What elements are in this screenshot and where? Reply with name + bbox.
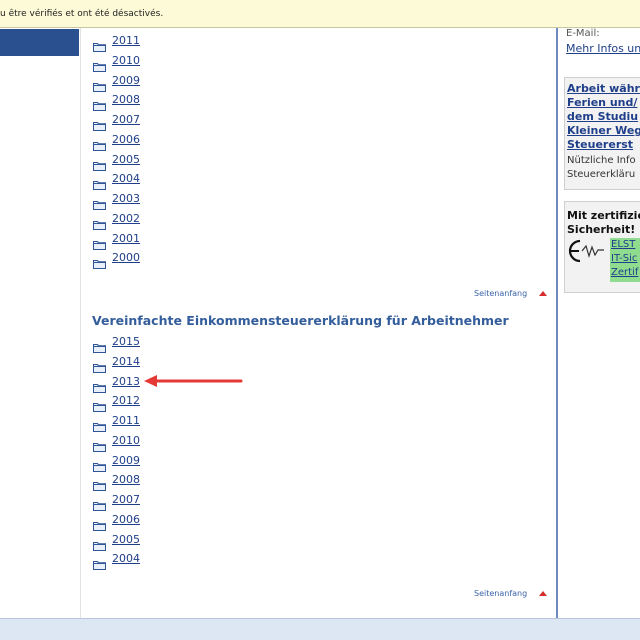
year-link-2005[interactable]: 2005 (112, 533, 140, 546)
year-link-2011[interactable]: 2011 (112, 414, 140, 427)
folder-icon (93, 516, 106, 531)
security-info-bar[interactable]: u être vérifiés et ont été désactivés. (0, 0, 640, 28)
left-nav-active-item[interactable] (0, 29, 79, 56)
article-desc-line-2: Steuererkläru (567, 169, 636, 180)
folder-icon (93, 457, 106, 472)
folder-icon (93, 536, 106, 551)
bottom-bar (0, 618, 640, 640)
folder-icon (93, 57, 106, 72)
folder-icon (93, 437, 106, 452)
security-info-text: u être vérifiés et ont été désactivés. (0, 9, 164, 19)
article-title-line-2[interactable]: Ferien und/ (567, 96, 637, 109)
annotation-arrow-icon (144, 375, 243, 387)
folder-icon (93, 77, 106, 92)
certificate-link-line-2[interactable]: IT-Sic (611, 252, 637, 265)
article-desc-line-1: Nützliche Info (567, 155, 636, 166)
elster-logo-icon (568, 239, 604, 263)
left-sidebar (0, 28, 81, 640)
back-to-top-link-2[interactable]: Seitenanfang (474, 589, 527, 599)
folder-icon (93, 555, 106, 571)
year-link-2009[interactable]: 2009 (112, 454, 140, 467)
article-title-line-3[interactable]: dem Studiu (567, 110, 638, 123)
more-info-link[interactable]: Mehr Infos un (566, 42, 640, 55)
year-link-2010[interactable]: 2010 (112, 54, 140, 67)
folder-icon (93, 156, 106, 171)
year-link-2007[interactable]: 2007 (112, 493, 140, 506)
arrow-up-icon[interactable] (539, 591, 547, 596)
year-link-2000[interactable]: 2000 (112, 251, 140, 264)
arrow-up-icon[interactable] (539, 291, 547, 296)
column-divider (556, 28, 558, 618)
folder-icon (93, 358, 106, 373)
folder-icon (93, 496, 106, 511)
folder-icon (93, 254, 106, 270)
folder-icon (93, 116, 106, 131)
year-link-2012[interactable]: 2012 (112, 394, 140, 407)
folder-icon (93, 378, 106, 393)
year-link-2001[interactable]: 2001 (112, 232, 140, 245)
folder-icon (93, 338, 106, 353)
certificate-title-line-2: Sicherheit! (567, 223, 636, 236)
certificate-title-line-1: Mit zertifizie (567, 209, 640, 222)
year-link-2015[interactable]: 2015 (112, 335, 140, 348)
folder-icon (93, 136, 106, 151)
year-link-2006[interactable]: 2006 (112, 513, 140, 526)
year-link-2008[interactable]: 2008 (112, 473, 140, 486)
year-link-2003[interactable]: 2003 (112, 192, 140, 205)
folder-icon (93, 417, 106, 432)
folder-icon (93, 195, 106, 210)
back-to-top-link-1[interactable]: Seitenanfang (474, 289, 527, 299)
article-title-line-1[interactable]: Arbeit währ (567, 82, 640, 95)
email-label: E-Mail: (566, 28, 600, 39)
folder-icon (93, 397, 106, 413)
year-link-2009[interactable]: 2009 (112, 74, 140, 87)
article-title-line-4[interactable]: Kleiner Weg (567, 124, 640, 137)
year-link-2002[interactable]: 2002 (112, 212, 140, 225)
folder-icon (93, 215, 106, 230)
year-link-2004[interactable]: 2004 (112, 172, 140, 185)
year-link-2013[interactable]: 2013 (112, 375, 140, 388)
year-link-2005[interactable]: 2005 (112, 153, 140, 166)
folder-icon (93, 235, 106, 250)
year-link-2007[interactable]: 2007 (112, 113, 140, 126)
folder-icon (93, 175, 106, 191)
year-link-2014[interactable]: 2014 (112, 355, 140, 368)
year-link-2011[interactable]: 2011 (112, 34, 140, 47)
section-heading: Vereinfachte Einkommensteuererklärung fü… (92, 313, 509, 328)
folder-icon (93, 96, 106, 112)
folder-icon (93, 476, 106, 492)
certificate-link-line-1[interactable]: ELST (611, 238, 635, 251)
year-link-2010[interactable]: 2010 (112, 434, 140, 447)
year-link-2004[interactable]: 2004 (112, 552, 140, 565)
article-title-line-5[interactable]: Steuererst (567, 138, 633, 151)
year-link-2008[interactable]: 2008 (112, 93, 140, 106)
folder-icon (93, 37, 106, 52)
certificate-link-line-3[interactable]: Zertif (611, 266, 638, 279)
year-link-2006[interactable]: 2006 (112, 133, 140, 146)
